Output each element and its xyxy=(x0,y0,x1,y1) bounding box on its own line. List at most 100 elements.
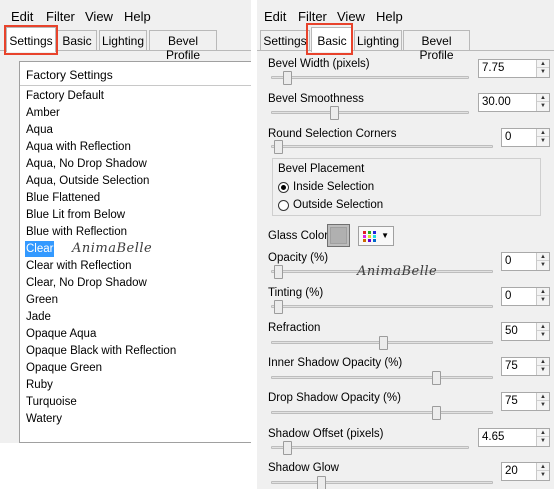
shadow-glow-field[interactable]: 20 ▲ ▼ xyxy=(501,462,550,481)
bevel-width-spinner[interactable]: ▲ ▼ xyxy=(536,60,549,77)
shadow-offset-slider[interactable] xyxy=(271,446,469,449)
spin-down-icon[interactable]: ▼ xyxy=(537,471,549,479)
shadow-offset-field[interactable]: 4.65 ▲ ▼ xyxy=(478,428,550,447)
spin-up-icon[interactable]: ▲ xyxy=(537,429,549,437)
preset-item[interactable]: Aqua with Reflection xyxy=(25,139,132,155)
preset-item[interactable]: Ruby xyxy=(25,377,54,393)
preset-item[interactable]: Watery xyxy=(25,411,63,427)
preset-item[interactable]: Clear xyxy=(25,241,55,257)
bevel-smoothness-label: Bevel Smoothness xyxy=(268,93,364,105)
menu-help[interactable]: Help xyxy=(124,9,151,24)
shadow-glow-slider[interactable] xyxy=(271,481,493,484)
drop-shadow-spinner[interactable]: ▲ ▼ xyxy=(536,393,549,410)
spin-up-icon[interactable]: ▲ xyxy=(537,288,549,296)
spin-up-icon[interactable]: ▲ xyxy=(537,358,549,366)
preset-item[interactable]: Clear, No Drop Shadow xyxy=(25,275,148,291)
preset-item[interactable]: Opaque Black with Reflection xyxy=(25,343,177,359)
spin-down-icon[interactable]: ▼ xyxy=(537,296,549,304)
inner-shadow-field[interactable]: 75 ▲ ▼ xyxy=(501,357,550,376)
spin-up-icon[interactable]: ▲ xyxy=(537,60,549,68)
menu-view[interactable]: View xyxy=(85,9,113,24)
inside-selection-label[interactable]: Inside Selection xyxy=(293,181,374,193)
inner-shadow-slider[interactable] xyxy=(271,376,493,379)
preset-item[interactable]: Clear with Reflection xyxy=(25,258,132,274)
glass-color-swatch[interactable] xyxy=(327,224,350,247)
preset-item[interactable]: Amber xyxy=(25,105,61,121)
tab-bevel-profile[interactable]: Bevel Profile xyxy=(403,30,470,62)
round-corners-field[interactable]: 0 ▲ ▼ xyxy=(501,128,550,147)
tinting-thumb[interactable] xyxy=(274,300,283,314)
opacity-field[interactable]: 0 ▲ ▼ xyxy=(501,252,550,271)
preset-item[interactable]: Aqua xyxy=(25,122,54,138)
shadow-glow-thumb[interactable] xyxy=(317,476,326,489)
tab-bevel-profile[interactable]: Bevel Profile xyxy=(149,30,217,62)
refraction-thumb[interactable] xyxy=(379,336,388,350)
tinting-spinner[interactable]: ▲ ▼ xyxy=(536,288,549,305)
shadow-offset-spinner[interactable]: ▲ ▼ xyxy=(536,429,549,446)
round-corners-spinner[interactable]: ▲ ▼ xyxy=(536,129,549,146)
preset-item[interactable]: Factory Default xyxy=(25,88,105,104)
spin-up-icon[interactable]: ▲ xyxy=(537,463,549,471)
bevel-width-thumb[interactable] xyxy=(283,71,292,85)
bevel-width-slider[interactable] xyxy=(271,76,469,79)
opacity-spinner[interactable]: ▲ ▼ xyxy=(536,253,549,270)
bevel-width-field[interactable]: 7.75 ▲ ▼ xyxy=(478,59,550,78)
tab-settings[interactable]: Settings xyxy=(260,30,310,50)
menu-edit[interactable]: Edit xyxy=(264,9,286,24)
spin-up-icon[interactable]: ▲ xyxy=(537,253,549,261)
bevel-smoothness-spinner[interactable]: ▲ ▼ xyxy=(536,94,549,111)
spin-up-icon[interactable]: ▲ xyxy=(537,129,549,137)
spin-down-icon[interactable]: ▼ xyxy=(537,437,549,445)
spin-down-icon[interactable]: ▼ xyxy=(537,331,549,339)
spin-up-icon[interactable]: ▲ xyxy=(537,323,549,331)
preset-item[interactable]: Opaque Aqua xyxy=(25,326,97,342)
shadow-glow-spinner[interactable]: ▲ ▼ xyxy=(536,463,549,480)
refraction-spinner[interactable]: ▲ ▼ xyxy=(536,323,549,340)
color-palette-dropdown[interactable]: ▼ xyxy=(358,226,394,246)
spin-down-icon[interactable]: ▼ xyxy=(537,366,549,374)
refraction-field[interactable]: 50 ▲ ▼ xyxy=(501,322,550,341)
tab-lighting[interactable]: Lighting xyxy=(99,30,147,50)
preset-item[interactable]: Aqua, Outside Selection xyxy=(25,173,150,189)
spin-up-icon[interactable]: ▲ xyxy=(537,393,549,401)
inner-shadow-thumb[interactable] xyxy=(432,371,441,385)
opacity-thumb[interactable] xyxy=(274,265,283,279)
drop-shadow-slider[interactable] xyxy=(271,411,493,414)
preset-item[interactable]: Blue Lit from Below xyxy=(25,207,126,223)
menu-help[interactable]: Help xyxy=(376,9,403,24)
inside-selection-radio[interactable] xyxy=(278,182,289,193)
preset-item[interactable]: Opaque Green xyxy=(25,360,103,376)
preset-item[interactable]: Blue with Reflection xyxy=(25,224,128,240)
inner-shadow-spinner[interactable]: ▲ ▼ xyxy=(536,358,549,375)
menu-filter[interactable]: Filter xyxy=(298,9,327,24)
menu-edit[interactable]: Edit xyxy=(11,9,33,24)
glass-color-label: Glass Color xyxy=(268,230,329,242)
tinting-slider[interactable] xyxy=(271,305,493,308)
round-corners-slider[interactable] xyxy=(271,145,493,148)
tinting-field[interactable]: 0 ▲ ▼ xyxy=(501,287,550,306)
tab-basic[interactable]: Basic xyxy=(57,30,97,50)
spin-down-icon[interactable]: ▼ xyxy=(537,102,549,110)
outside-selection-radio[interactable] xyxy=(278,200,289,211)
bevel-smoothness-thumb[interactable] xyxy=(330,106,339,120)
drop-shadow-field[interactable]: 75 ▲ ▼ xyxy=(501,392,550,411)
spin-down-icon[interactable]: ▼ xyxy=(537,261,549,269)
preset-item[interactable]: Blue Flattened xyxy=(25,190,101,206)
preset-item[interactable]: Aqua, No Drop Shadow xyxy=(25,156,148,172)
outside-selection-label[interactable]: Outside Selection xyxy=(293,199,383,211)
tab-lighting[interactable]: Lighting xyxy=(354,30,402,50)
menu-view[interactable]: View xyxy=(337,9,365,24)
drop-shadow-thumb[interactable] xyxy=(432,406,441,420)
spin-down-icon[interactable]: ▼ xyxy=(537,68,549,76)
preset-item[interactable]: Turquoise xyxy=(25,394,78,410)
preset-item[interactable]: Jade xyxy=(25,309,52,325)
shadow-offset-thumb[interactable] xyxy=(283,441,292,455)
bevel-smoothness-slider[interactable] xyxy=(271,111,469,114)
bevel-smoothness-field[interactable]: 30.00 ▲ ▼ xyxy=(478,93,550,112)
spin-up-icon[interactable]: ▲ xyxy=(537,94,549,102)
menu-filter[interactable]: Filter xyxy=(46,9,75,24)
round-corners-thumb[interactable] xyxy=(274,140,283,154)
spin-down-icon[interactable]: ▼ xyxy=(537,137,549,145)
preset-item[interactable]: Green xyxy=(25,292,59,308)
spin-down-icon[interactable]: ▼ xyxy=(537,401,549,409)
